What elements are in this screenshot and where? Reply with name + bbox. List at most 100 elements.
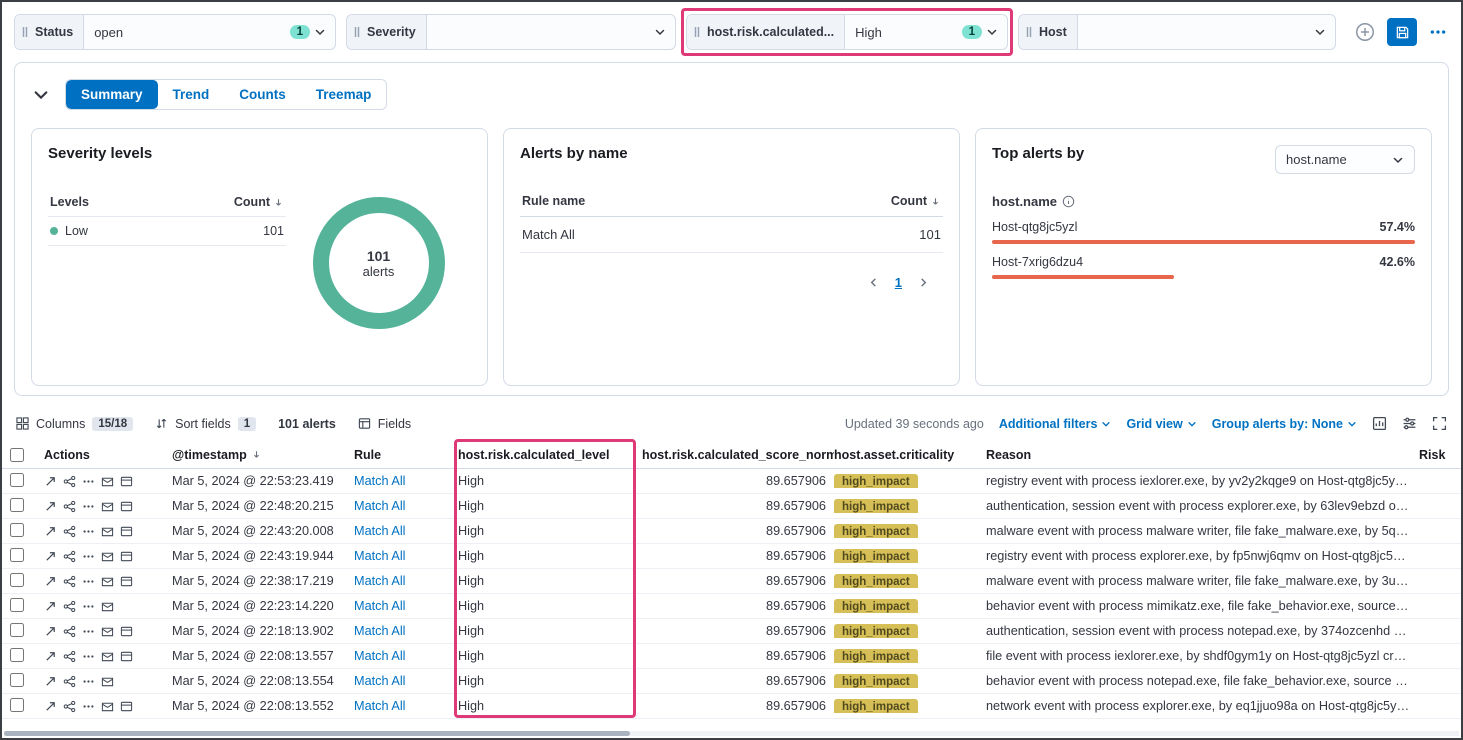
investigate-timeline-icon[interactable]	[101, 525, 114, 538]
investigate-timeline-icon[interactable]	[101, 575, 114, 588]
more-actions-icon[interactable]	[82, 575, 95, 588]
top-alerts-field-select[interactable]: host.name	[1275, 145, 1415, 174]
investigate-timeline-icon[interactable]	[101, 500, 114, 513]
collapse-panel-chevron-icon[interactable]	[31, 85, 51, 105]
expand-alert-icon[interactable]	[44, 475, 57, 488]
drag-handle-icon[interactable]	[353, 25, 361, 39]
grid-view-button[interactable]: Grid view	[1126, 417, 1196, 431]
session-view-icon[interactable]	[120, 575, 133, 588]
chevron-down-icon[interactable]	[1314, 26, 1335, 38]
investigate-timeline-icon[interactable]	[101, 625, 114, 638]
more-actions-icon[interactable]	[82, 650, 95, 663]
sort-fields-button[interactable]: Sort fields 1	[155, 417, 256, 431]
analyze-event-icon[interactable]	[63, 700, 76, 713]
session-view-icon[interactable]	[120, 650, 133, 663]
more-actions-icon[interactable]	[82, 500, 95, 513]
rule-link[interactable]: Match All	[354, 574, 458, 588]
investigate-timeline-icon[interactable]	[101, 650, 114, 663]
expand-alert-icon[interactable]	[44, 650, 57, 663]
select-all-checkbox[interactable]	[10, 448, 24, 462]
investigate-timeline-icon[interactable]	[101, 700, 114, 713]
analyze-event-icon[interactable]	[63, 675, 76, 688]
header-risk[interactable]: Risk	[1419, 448, 1461, 462]
session-view-icon[interactable]	[120, 550, 133, 563]
tab-trend[interactable]: Trend	[158, 80, 225, 109]
rule-link[interactable]: Match All	[354, 499, 458, 513]
investigate-timeline-icon[interactable]	[101, 600, 114, 613]
tab-counts[interactable]: Counts	[224, 80, 301, 109]
horizontal-scrollbar[interactable]	[4, 731, 1459, 736]
reason-cell[interactable]: registry event with process iexlorer.exe…	[986, 474, 1419, 488]
top-alert-item[interactable]: Host-7xrig6dzu442.6%	[992, 255, 1415, 279]
rule-link[interactable]: Match All	[354, 599, 458, 613]
rule-link[interactable]: Match All	[354, 674, 458, 688]
analyze-event-icon[interactable]	[63, 475, 76, 488]
drag-handle-icon[interactable]	[1025, 25, 1033, 39]
reason-cell[interactable]: malware event with process malware write…	[986, 574, 1419, 588]
analyze-event-icon[interactable]	[63, 650, 76, 663]
fields-button[interactable]: Fields	[358, 417, 411, 431]
investigate-timeline-icon[interactable]	[101, 475, 114, 488]
expand-alert-icon[interactable]	[44, 525, 57, 538]
reason-cell[interactable]: registry event with process explorer.exe…	[986, 549, 1419, 563]
reason-cell[interactable]: file event with process iexlorer.exe, by…	[986, 649, 1419, 663]
row-checkbox[interactable]	[10, 698, 24, 712]
investigate-timeline-icon[interactable]	[101, 550, 114, 563]
rule-link[interactable]: Match All	[354, 649, 458, 663]
add-filter-icon[interactable]	[1355, 22, 1375, 42]
next-page-icon[interactable]	[918, 277, 929, 288]
analyze-event-icon[interactable]	[63, 600, 76, 613]
scrollbar-thumb[interactable]	[4, 731, 630, 736]
more-actions-icon[interactable]	[82, 525, 95, 538]
filter-status[interactable]: Status open 1	[14, 14, 336, 50]
rule-link[interactable]: Match All	[354, 699, 458, 713]
more-actions-icon[interactable]	[82, 550, 95, 563]
reason-cell[interactable]: behavior event with process mimikatz.exe…	[986, 599, 1419, 613]
analyze-event-icon[interactable]	[63, 625, 76, 638]
tab-summary[interactable]: Summary	[66, 80, 158, 109]
rule-link[interactable]: Match All	[354, 549, 458, 563]
chevron-down-icon[interactable]	[654, 26, 675, 38]
more-actions-icon[interactable]	[82, 700, 95, 713]
analyze-event-icon[interactable]	[63, 575, 76, 588]
info-icon[interactable]	[1062, 195, 1075, 208]
rule-link[interactable]: Match All	[354, 474, 458, 488]
row-checkbox[interactable]	[10, 548, 24, 562]
expand-alert-icon[interactable]	[44, 500, 57, 513]
expand-alert-icon[interactable]	[44, 675, 57, 688]
expand-alert-icon[interactable]	[44, 700, 57, 713]
expand-alert-icon[interactable]	[44, 625, 57, 638]
top-alert-item[interactable]: Host-qtg8jc5yzl57.4%	[992, 220, 1415, 244]
reason-cell[interactable]: behavior event with process notepad.exe,…	[986, 674, 1419, 688]
group-alerts-by-button[interactable]: Group alerts by: None	[1212, 417, 1357, 431]
session-view-icon[interactable]	[120, 700, 133, 713]
header-timestamp[interactable]: @timestamp	[172, 448, 354, 462]
row-checkbox[interactable]	[10, 598, 24, 612]
reason-cell[interactable]: authentication, session event with proce…	[986, 499, 1419, 513]
row-checkbox[interactable]	[10, 648, 24, 662]
severity-col-count[interactable]: Count	[234, 195, 270, 209]
reason-cell[interactable]: network event with process explorer.exe,…	[986, 699, 1419, 713]
row-checkbox[interactable]	[10, 673, 24, 687]
expand-alert-icon[interactable]	[44, 575, 57, 588]
session-view-icon[interactable]	[120, 475, 133, 488]
chevron-down-icon[interactable]	[314, 26, 335, 38]
header-rule[interactable]: Rule	[354, 448, 458, 462]
page-number[interactable]: 1	[895, 275, 902, 290]
analyze-event-icon[interactable]	[63, 550, 76, 563]
row-checkbox[interactable]	[10, 498, 24, 512]
session-view-icon[interactable]	[120, 500, 133, 513]
drag-handle-icon[interactable]	[693, 25, 701, 39]
more-actions-icon[interactable]	[82, 600, 95, 613]
row-checkbox[interactable]	[10, 523, 24, 537]
reason-cell[interactable]: authentication, session event with proce…	[986, 624, 1419, 638]
header-criticality[interactable]: host.asset.criticality	[834, 448, 986, 462]
rule-link[interactable]: Match All	[354, 524, 458, 538]
expand-alert-icon[interactable]	[44, 550, 57, 563]
header-risk-level[interactable]: host.risk.calculated_level	[458, 448, 642, 462]
row-checkbox[interactable]	[10, 473, 24, 487]
save-query-icon[interactable]	[1387, 18, 1417, 46]
count-col[interactable]: Count	[891, 194, 927, 208]
field-settings-icon[interactable]	[1402, 416, 1417, 431]
rule-link[interactable]: Match All	[354, 624, 458, 638]
